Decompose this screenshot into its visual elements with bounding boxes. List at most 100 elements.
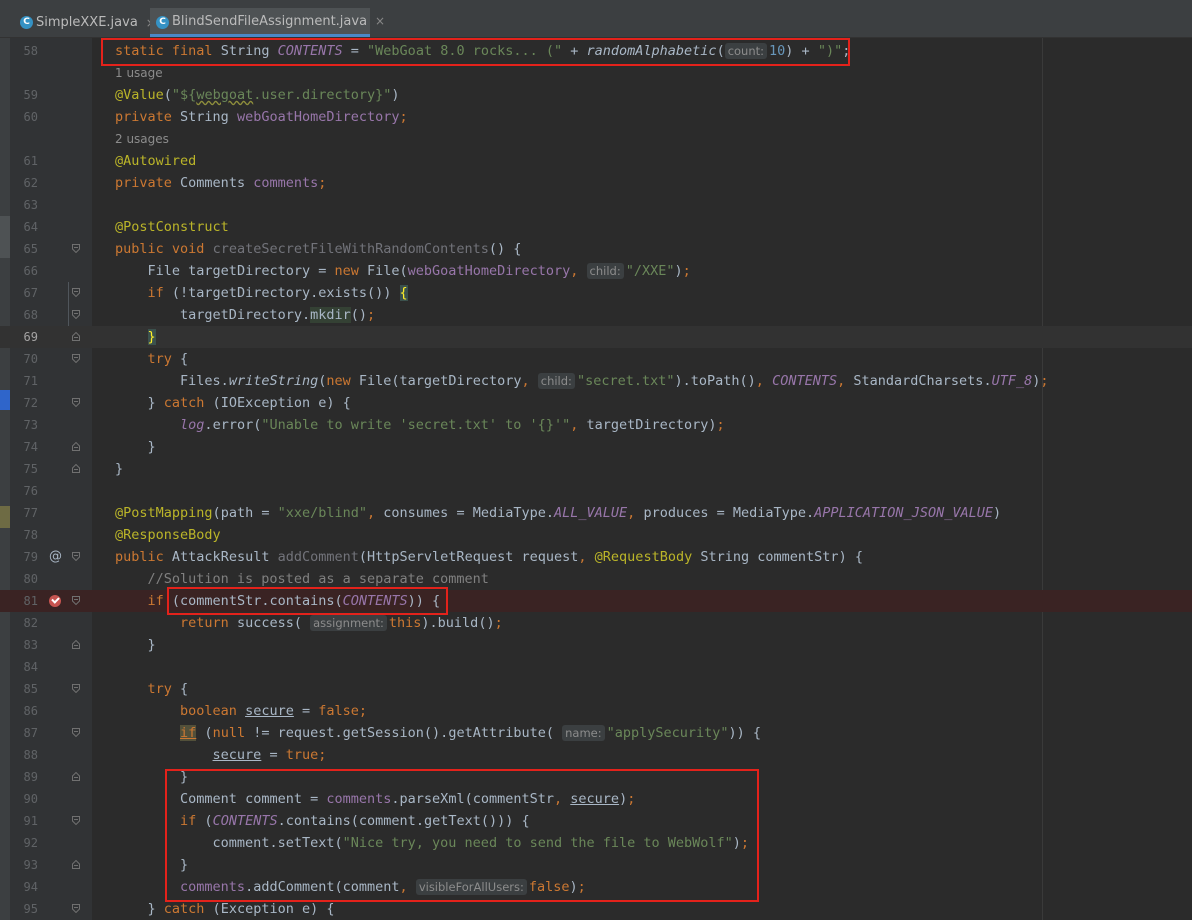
param-hint: assignment: xyxy=(310,615,387,631)
code-line[interactable]: 76 xyxy=(0,480,1192,502)
line-number: 61 xyxy=(23,154,38,168)
line-number: 63 xyxy=(23,198,38,212)
fold-icon[interactable] xyxy=(72,244,80,253)
fold-icon[interactable] xyxy=(72,310,80,319)
code-line-current[interactable]: 69 } xyxy=(0,326,1192,348)
fold-icon[interactable] xyxy=(72,596,80,605)
code-line[interactable]: 88 secure = true; xyxy=(0,744,1192,766)
fold-icon[interactable] xyxy=(72,354,80,363)
line-number: 71 xyxy=(23,374,38,388)
fold-icon[interactable] xyxy=(72,442,80,451)
line-number: 64 xyxy=(23,220,38,234)
code-line[interactable]: 66 File targetDirectory = new File(webGo… xyxy=(0,260,1192,282)
code-line[interactable]: 85 try { xyxy=(0,678,1192,700)
code-line[interactable]: 63 xyxy=(0,194,1192,216)
editor-tab-bar: C SimpleXXE.java × C BlindSendFileAssign… xyxy=(0,8,1192,38)
code-line[interactable]: 59 @Value("${webgoat.user.directory}") xyxy=(0,84,1192,106)
line-number: 90 xyxy=(23,792,38,806)
code-line[interactable]: 71 Files.writeString(new File(targetDire… xyxy=(0,370,1192,392)
code-line[interactable]: 67 if (!targetDirectory.exists()) { xyxy=(0,282,1192,304)
fold-icon[interactable] xyxy=(72,772,80,781)
fold-icon[interactable] xyxy=(72,552,80,561)
code-text: } xyxy=(115,461,124,477)
code-text: } xyxy=(147,329,156,345)
code-line[interactable]: 73 log.error("Unable to write 'secret.tx… xyxy=(0,414,1192,436)
line-number: 89 xyxy=(23,770,38,784)
line-number: 62 xyxy=(23,176,38,190)
param-hint: name: xyxy=(562,725,605,741)
line-number: 93 xyxy=(23,858,38,872)
line-number: 82 xyxy=(23,616,38,630)
code-line[interactable]: 86 boolean secure = false; xyxy=(0,700,1192,722)
code-line[interactable]: 70 try { xyxy=(0,348,1192,370)
fold-icon[interactable] xyxy=(72,640,80,649)
code-text: secure = true; xyxy=(212,747,327,763)
code-line[interactable]: 64 @PostConstruct xyxy=(0,216,1192,238)
line-number: 65 xyxy=(23,242,38,256)
tab-simplexxe[interactable]: C SimpleXXE.java × xyxy=(14,8,156,37)
line-number: 88 xyxy=(23,748,38,762)
code-line[interactable]: 61 @Autowired xyxy=(0,150,1192,172)
line-number: 80 xyxy=(23,572,38,586)
fold-icon[interactable] xyxy=(72,728,80,737)
code-line[interactable]: 87 if (null != request.getSession().getA… xyxy=(0,722,1192,744)
code-line[interactable]: 60 private String webGoatHomeDirectory; xyxy=(0,106,1192,128)
fold-icon[interactable] xyxy=(72,398,80,407)
param-hint: child: xyxy=(586,263,624,279)
code-line[interactable]: 72 } catch (IOException e) { xyxy=(0,392,1192,414)
code-line[interactable]: 83 } xyxy=(0,634,1192,656)
line-number: 81 xyxy=(23,594,38,608)
code-line[interactable]: 84 xyxy=(0,656,1192,678)
code-line[interactable]: 79 @ public AttackResult addComment(Http… xyxy=(0,546,1192,568)
annotation-box-contents xyxy=(101,38,850,66)
code-line[interactable]: 62 private Comments comments; xyxy=(0,172,1192,194)
line-number: 91 xyxy=(23,814,38,828)
code-line[interactable]: 65 public void createSecretFileWithRando… xyxy=(0,238,1192,260)
fold-icon[interactable] xyxy=(72,860,80,869)
line-number: 76 xyxy=(23,484,38,498)
tab-blindsendfileassignment[interactable]: C BlindSendFileAssignment.java × xyxy=(150,8,385,37)
code-text: @Autowired xyxy=(115,153,197,169)
code-text: @PostMapping(path = "xxe/blind", consume… xyxy=(115,505,1002,521)
code-text: File targetDirectory = new File(webGoatH… xyxy=(147,263,691,279)
line-number: 73 xyxy=(23,418,38,432)
code-text: } xyxy=(115,637,156,653)
code-text: public void createSecretFileWithRandomCo… xyxy=(115,241,522,257)
usage-hint[interactable]: 2 usages xyxy=(0,128,1192,150)
line-number: 78 xyxy=(23,528,38,542)
code-line[interactable]: 68 targetDirectory.mkdir(); xyxy=(0,304,1192,326)
code-line[interactable]: 75 } xyxy=(0,458,1192,480)
tab-label: BlindSendFileAssignment.java xyxy=(172,13,368,29)
code-line[interactable]: 74 } xyxy=(0,436,1192,458)
endpoint-at-icon[interactable]: @ xyxy=(49,546,62,568)
fold-icon[interactable] xyxy=(72,288,80,297)
close-icon[interactable]: × xyxy=(375,14,385,28)
fold-icon[interactable] xyxy=(72,684,80,693)
line-number: 77 xyxy=(23,506,38,520)
window-title-strip xyxy=(0,0,1192,8)
line-number: 72 xyxy=(23,396,38,410)
code-line[interactable]: 77 @PostMapping(path = "xxe/blind", cons… xyxy=(0,502,1192,524)
code-text: boolean secure = false; xyxy=(180,703,368,719)
line-number: 83 xyxy=(23,638,38,652)
fold-icon[interactable] xyxy=(72,464,80,473)
breakpoint-icon[interactable] xyxy=(49,595,61,607)
code-line[interactable]: 82 return success( assignment: this).buil… xyxy=(0,612,1192,634)
line-number: 79 xyxy=(23,550,38,564)
code-text: @Value("${webgoat.user.directory}") xyxy=(115,87,400,103)
annotation-box-parse xyxy=(165,769,759,902)
code-line[interactable]: 78 @ResponseBody xyxy=(0,524,1192,546)
fold-icon[interactable] xyxy=(72,904,80,913)
tab-label: SimpleXXE.java xyxy=(36,15,138,30)
code-text: } xyxy=(115,439,156,455)
line-number: 69 xyxy=(23,330,38,344)
fold-icon[interactable] xyxy=(72,816,80,825)
line-number: 84 xyxy=(23,660,38,674)
fold-icon[interactable] xyxy=(72,332,80,341)
code-text: @PostConstruct xyxy=(115,219,229,235)
line-number: 67 xyxy=(23,286,38,300)
line-number: 95 xyxy=(23,902,38,916)
code-text: targetDirectory.mkdir(); xyxy=(180,307,376,323)
line-number: 60 xyxy=(23,110,38,124)
line-number: 58 xyxy=(23,44,38,58)
